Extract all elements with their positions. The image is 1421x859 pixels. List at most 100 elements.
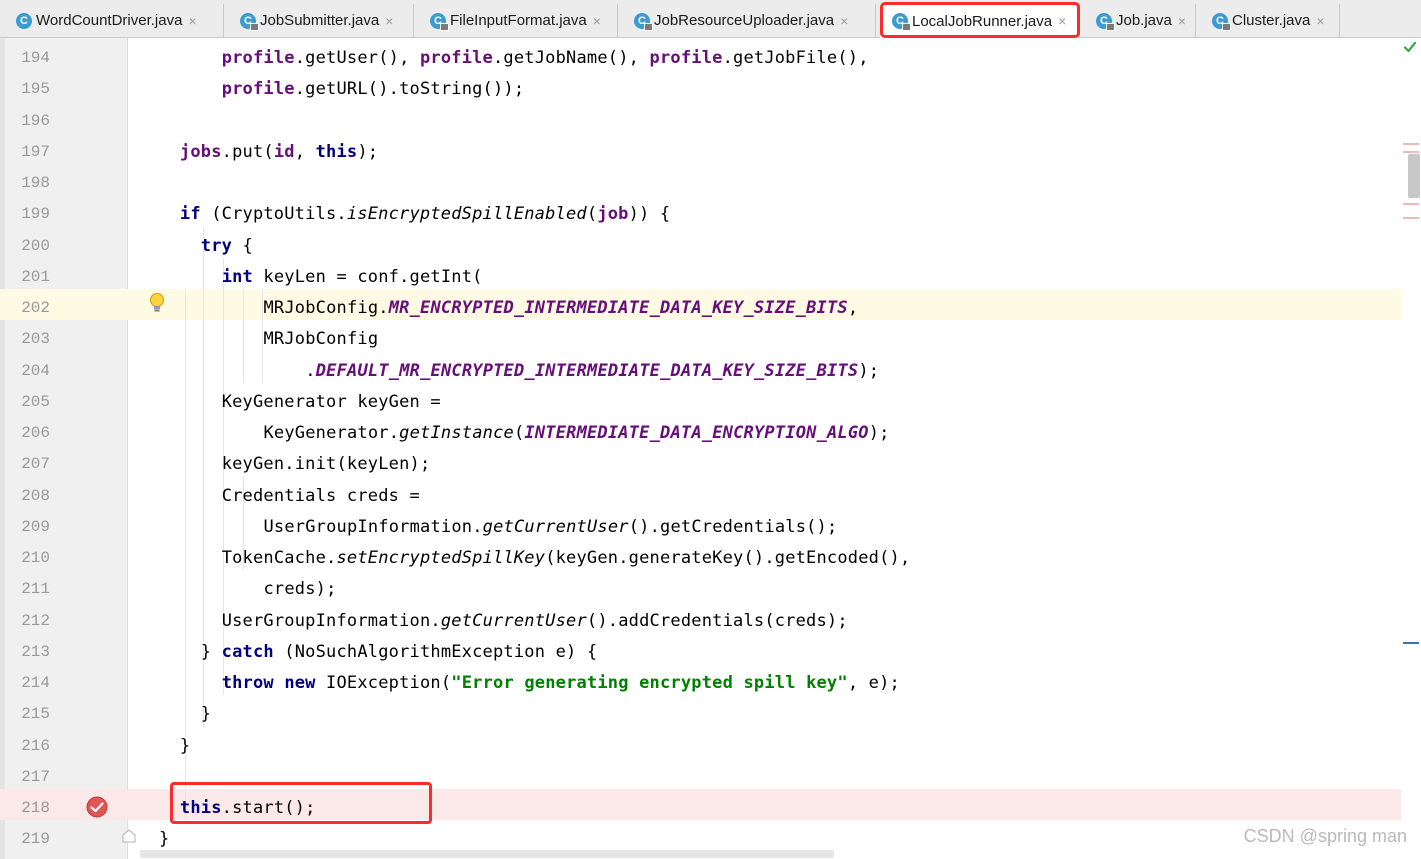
line-number: 197 xyxy=(21,142,50,161)
code-line[interactable]: int keyLen = conf.getInt( xyxy=(222,267,483,287)
code-line[interactable]: throw new IOException("Error generating … xyxy=(222,673,900,693)
line-number: 198 xyxy=(21,174,50,192)
code-line[interactable]: } catch (NoSuchAlgorithmException e) { xyxy=(201,642,598,662)
code-line[interactable]: } xyxy=(201,704,211,724)
close-icon[interactable]: × xyxy=(1316,13,1324,29)
line-number: 215 xyxy=(21,705,50,724)
line-number: 204 xyxy=(21,361,50,380)
code-line[interactable]: TokenCache.setEncryptedSpillKey(keyGen.g… xyxy=(222,548,911,568)
line-number: 208 xyxy=(21,486,50,505)
code-line[interactable]: } xyxy=(180,736,190,756)
code-token: { xyxy=(232,235,253,256)
tab-localjobrunner[interactable]: C LocalJobRunner.java × xyxy=(880,4,1080,38)
code-line[interactable]: Credentials creds = xyxy=(222,486,420,506)
code-line[interactable]: UserGroupInformation.getCurrentUser().ad… xyxy=(222,611,848,631)
code-token: . xyxy=(305,360,316,381)
code-line[interactable]: keyGen.init(keyLen); xyxy=(222,454,431,474)
stripe-marker[interactable] xyxy=(1403,642,1419,644)
code-token: setEncryptedSpillKey xyxy=(336,548,546,568)
code-token: ( xyxy=(513,423,525,443)
code-token: try xyxy=(200,235,233,256)
line-number: 205 xyxy=(21,392,50,411)
code-line[interactable]: KeyGenerator.getInstance(INTERMEDIATE_DA… xyxy=(264,423,890,443)
code-token: , xyxy=(847,298,859,318)
lock-icon xyxy=(644,22,653,31)
code-line[interactable]: MRJobConfig.MR_ENCRYPTED_INTERMEDIATE_DA… xyxy=(264,298,859,318)
code-token: TokenCache. xyxy=(221,548,337,568)
code-line[interactable]: } xyxy=(159,829,169,849)
code-token: this xyxy=(179,798,222,818)
code-line[interactable]: this.start(); xyxy=(180,798,316,818)
code-token: (CryptoUtils. xyxy=(200,204,347,225)
line-number: 201 xyxy=(21,267,50,286)
tab-fileinputformat[interactable]: C FileInputFormat.java × xyxy=(418,4,618,37)
code-line[interactable]: profile.getUser(), profile.getJobName(),… xyxy=(222,48,869,68)
stripe-marker[interactable] xyxy=(1403,151,1419,153)
tab-label: Job.java xyxy=(1116,12,1172,29)
code-token: .getJobName(), xyxy=(493,48,650,68)
code-token: profile xyxy=(221,79,295,100)
code-line[interactable]: creds); xyxy=(264,579,337,599)
code-token: MRJobConfig xyxy=(263,329,379,350)
code-token: catch xyxy=(221,641,274,662)
editor-tab-bar: C WordCountDriver.java × C JobSubmitter.java… xyxy=(0,0,1421,38)
code-token: } xyxy=(179,735,191,756)
line-number: 219 xyxy=(21,830,50,849)
tab-label: FileInputFormat.java xyxy=(450,12,587,29)
indent-guide xyxy=(243,289,244,383)
vertical-scrollbar-thumb[interactable] xyxy=(1408,154,1420,198)
code-token: .put( xyxy=(221,141,274,162)
close-icon[interactable]: × xyxy=(840,13,848,29)
code-token: profile xyxy=(649,48,723,68)
line-number: 214 xyxy=(21,674,50,692)
code-token: } xyxy=(200,641,222,662)
watermark: CSDN @spring man xyxy=(1243,826,1407,846)
class-icon: C xyxy=(1212,12,1231,31)
fold-icon[interactable] xyxy=(121,828,137,844)
code-line[interactable]: MRJobConfig xyxy=(264,329,379,349)
tab-cluster[interactable]: C Cluster.java × xyxy=(1200,4,1340,37)
code-token: , xyxy=(294,141,316,162)
code-token: id xyxy=(273,141,295,162)
line-number: 196 xyxy=(21,111,50,130)
tab-job[interactable]: C Job.java × xyxy=(1084,4,1196,37)
class-icon: C xyxy=(892,13,911,31)
lightbulb-icon[interactable] xyxy=(148,292,166,314)
line-number: 194 xyxy=(21,49,50,67)
code-token: .start(); xyxy=(221,798,316,818)
code-line[interactable]: KeyGenerator keyGen = xyxy=(222,392,441,412)
stripe-marker[interactable] xyxy=(1403,217,1419,219)
close-icon[interactable]: × xyxy=(188,13,196,29)
code-token: UserGroupInformation. xyxy=(263,516,483,537)
line-number: 206 xyxy=(21,424,50,442)
code-line[interactable]: if (CryptoUtils.isEncryptedSpillEnabled(… xyxy=(180,204,670,224)
line-number: 213 xyxy=(21,642,50,661)
tab-jobsubmitter[interactable]: C JobSubmitter.java × xyxy=(228,4,414,37)
code-line[interactable]: .DEFAULT_MR_ENCRYPTED_INTERMEDIATE_DATA_… xyxy=(305,361,879,381)
close-icon[interactable]: × xyxy=(1178,13,1186,29)
class-icon: C xyxy=(430,12,449,31)
code-token: (keyGen.generateKey().getEncoded(), xyxy=(545,548,911,568)
stripe-marker[interactable] xyxy=(1403,143,1419,145)
code-token: } xyxy=(200,704,212,725)
code-token: , e); xyxy=(847,673,900,693)
code-token: ().addCredentials(creds); xyxy=(586,610,848,631)
tab-wordcountdriver[interactable]: C WordCountDriver.java × xyxy=(4,4,224,37)
horizontal-scrollbar[interactable] xyxy=(140,850,834,858)
code-line[interactable]: profile.getURL().toString()); xyxy=(222,79,525,99)
close-icon[interactable]: × xyxy=(593,13,601,29)
close-icon[interactable]: × xyxy=(1058,13,1066,29)
code-line[interactable]: jobs.put(id, this); xyxy=(180,142,378,162)
tab-jobresourceuploader[interactable]: C JobResourceUploader.java × xyxy=(622,4,876,37)
code-token: MRJobConfig. xyxy=(263,298,389,318)
code-line[interactable]: try { xyxy=(201,236,253,256)
stripe-marker[interactable] xyxy=(1403,203,1419,205)
code-token: creds); xyxy=(263,579,337,600)
line-number: 199 xyxy=(21,205,50,224)
code-token: INTERMEDIATE_DATA_ENCRYPTION_ALGO xyxy=(524,423,869,443)
breakpoint-check-icon[interactable] xyxy=(86,796,108,818)
close-icon[interactable]: × xyxy=(385,13,393,29)
code-line[interactable]: UserGroupInformation.getCurrentUser().ge… xyxy=(264,517,838,537)
line-number: 211 xyxy=(21,580,50,599)
lock-icon xyxy=(902,23,911,31)
